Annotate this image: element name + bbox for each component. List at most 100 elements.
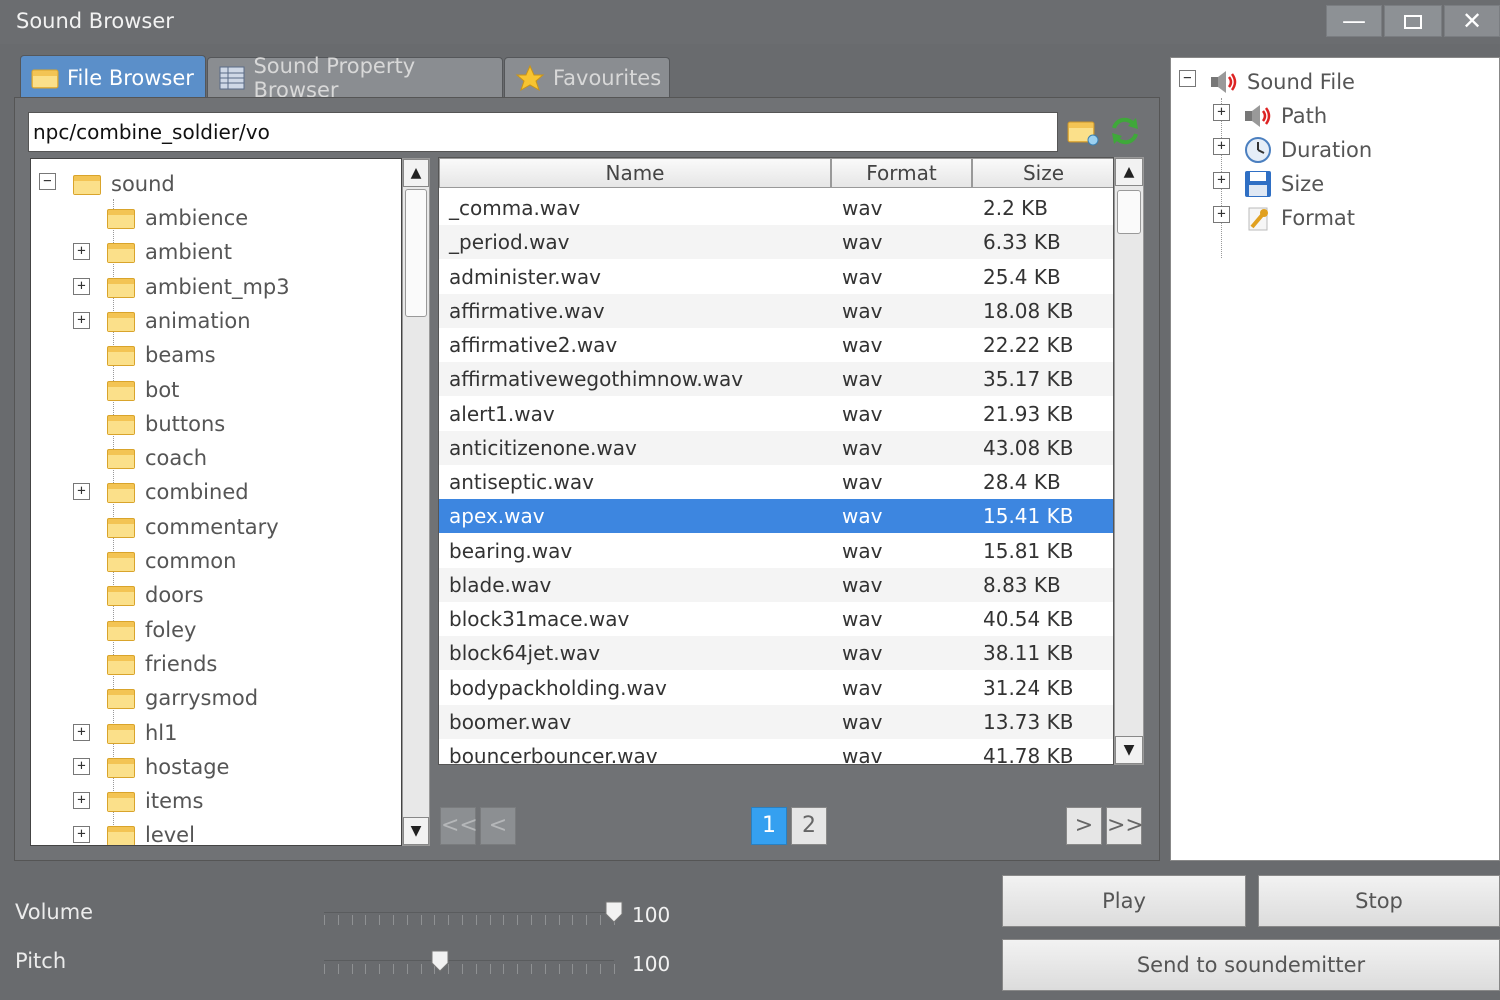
tree-item[interactable]: garrysmod <box>107 681 258 715</box>
expand-icon[interactable]: + <box>1213 138 1230 155</box>
expand-icon[interactable]: + <box>1213 104 1230 121</box>
table-row[interactable]: bouncerbouncer.wav wav 41.78 KB <box>439 739 1113 765</box>
table-row[interactable]: affirmativewegothimnow.wav wav 35.17 KB <box>439 362 1113 397</box>
scroll-thumb[interactable] <box>405 189 427 317</box>
scroll-thumb[interactable] <box>1117 190 1141 234</box>
tree-item[interactable]: ambient <box>107 235 232 269</box>
play-button[interactable]: Play <box>1002 875 1246 927</box>
scroll-down-icon[interactable]: ▼ <box>1115 736 1143 764</box>
tree-item[interactable]: hl1 <box>107 716 178 750</box>
property-format[interactable]: Format <box>1243 202 1355 234</box>
cell-name: apex.wav <box>449 504 545 529</box>
tree-item[interactable]: friends <box>107 647 217 681</box>
cell-size: 8.83 KB <box>983 572 1061 597</box>
tree-item[interactable]: buttons <box>107 407 225 441</box>
tree-item[interactable]: beams <box>107 338 216 372</box>
table-row[interactable]: administer.wav wav 25.4 KB <box>439 260 1113 294</box>
scroll-up-icon[interactable]: ▲ <box>403 159 429 187</box>
tree-scrollbar[interactable]: ▲ ▼ <box>402 158 430 846</box>
table-row[interactable]: _comma.wav wav 2.2 KB <box>439 191 1113 225</box>
table-row[interactable]: anticitizenone.wav wav 43.08 KB <box>439 430 1113 465</box>
collapse-icon[interactable]: − <box>1179 70 1196 87</box>
expand-icon[interactable]: + <box>73 792 90 810</box>
property-size[interactable]: Size <box>1243 168 1324 200</box>
scroll-down-icon[interactable]: ▼ <box>403 817 429 845</box>
property-label: Size <box>1281 172 1325 196</box>
pitch-slider-handle[interactable] <box>431 950 449 972</box>
property-duration[interactable]: Duration <box>1243 134 1372 166</box>
folder-icon <box>107 413 135 435</box>
table-row[interactable]: boomer.wav wav 13.73 KB <box>439 704 1113 739</box>
page-button-2[interactable]: 2 <box>791 807 827 845</box>
page-button-1[interactable]: 1 <box>751 807 787 845</box>
tree-root-sound[interactable]: sound <box>73 167 175 201</box>
expand-icon[interactable]: + <box>73 243 90 261</box>
tree-item[interactable]: ambience <box>107 201 248 235</box>
expand-icon[interactable]: + <box>73 483 90 501</box>
tab-sound-property-browser[interactable]: Sound Property Browser <box>207 54 503 102</box>
tab-favourites[interactable]: Favourites <box>504 57 670 97</box>
pitch-slider[interactable] <box>324 960 614 961</box>
table-row[interactable]: block31mace.wav wav 40.54 KB <box>439 602 1113 636</box>
first-page-button[interactable]: << <box>440 807 478 845</box>
cell-name: block31mace.wav <box>449 607 630 631</box>
expand-icon[interactable]: + <box>1213 206 1230 223</box>
column-header-name[interactable]: Name <box>439 158 831 188</box>
table-row[interactable]: apex.wav wav 15.41 KB <box>439 499 1113 534</box>
tree-item[interactable]: hostage <box>107 750 229 784</box>
close-button[interactable]: ✕ <box>1444 5 1500 37</box>
scroll-up-icon[interactable]: ▲ <box>1115 158 1143 186</box>
prev-page-button[interactable]: < <box>480 807 516 845</box>
tree-item[interactable]: level <box>107 818 195 846</box>
tree-item[interactable]: combined <box>107 475 249 509</box>
column-header-format[interactable]: Format <box>831 158 972 188</box>
table-row[interactable]: _period.wav wav 6.33 KB <box>439 225 1113 260</box>
table-row[interactable]: bodypackholding.wav wav 31.24 KB <box>439 671 1113 705</box>
cell-name: bouncerbouncer.wav <box>449 744 658 765</box>
table-row[interactable]: affirmative2.wav wav 22.22 KB <box>439 328 1113 362</box>
folder-tree[interactable]: − sound ambience + ambient + ambient_mp3 + ani… <box>30 158 402 846</box>
next-page-button[interactable]: > <box>1066 807 1102 845</box>
tree-item[interactable]: commentary <box>107 510 279 544</box>
tree-item[interactable]: bot <box>107 373 179 407</box>
table-row[interactable]: affirmative.wav wav 18.08 KB <box>439 293 1113 328</box>
open-folder-icon[interactable] <box>1066 114 1100 148</box>
table-row[interactable]: blade.wav wav 8.83 KB <box>439 567 1113 602</box>
file-list[interactable]: Name Format Size _comma.wav wav 2.2 KB _per… <box>438 157 1114 765</box>
tree-item[interactable]: items <box>107 784 203 818</box>
refresh-icon[interactable] <box>1108 114 1142 148</box>
table-row[interactable]: antiseptic.wav wav 28.4 KB <box>439 465 1113 499</box>
tab-file-browser[interactable]: File Browser <box>20 55 206 99</box>
expand-icon[interactable]: + <box>73 311 90 329</box>
table-row[interactable]: bearing.wav wav 15.81 KB <box>439 534 1113 568</box>
tree-item[interactable]: common <box>107 544 236 578</box>
expand-icon[interactable]: + <box>1213 172 1230 189</box>
tree-item[interactable]: ambient_mp3 <box>107 270 290 304</box>
column-header-size[interactable]: Size <box>972 158 1113 188</box>
property-root-sound-file[interactable]: Sound File <box>1209 66 1355 98</box>
table-row[interactable]: block64jet.wav wav 38.11 KB <box>439 636 1113 671</box>
volume-slider[interactable] <box>324 912 614 913</box>
tree-item-label: level <box>145 823 195 846</box>
tree-item[interactable]: foley <box>107 613 196 647</box>
expand-icon[interactable]: + <box>73 277 90 295</box>
maximize-button[interactable] <box>1384 5 1442 37</box>
send-to-soundemitter-button[interactable]: Send to soundemitter <box>1002 939 1500 991</box>
cell-format: wav <box>842 470 883 494</box>
stop-button[interactable]: Stop <box>1258 875 1500 927</box>
volume-slider-handle[interactable] <box>605 901 623 923</box>
expand-icon[interactable]: + <box>73 723 90 741</box>
sound-properties-tree[interactable]: − Sound File + Path + Duration + Size + … <box>1170 57 1500 861</box>
tree-item[interactable]: doors <box>107 578 204 612</box>
minimize-button[interactable]: — <box>1326 5 1382 37</box>
property-path[interactable]: Path <box>1243 100 1327 132</box>
last-page-button[interactable]: >> <box>1106 807 1144 845</box>
collapse-icon[interactable]: − <box>39 173 56 190</box>
tree-item[interactable]: coach <box>107 441 207 475</box>
path-input[interactable] <box>28 112 1058 152</box>
expand-icon[interactable]: + <box>73 757 90 775</box>
table-row[interactable]: alert1.wav wav 21.93 KB <box>439 397 1113 431</box>
expand-icon[interactable]: + <box>73 826 90 844</box>
tree-item[interactable]: animation <box>107 304 251 338</box>
file-list-scrollbar[interactable]: ▲ ▼ <box>1114 157 1144 765</box>
